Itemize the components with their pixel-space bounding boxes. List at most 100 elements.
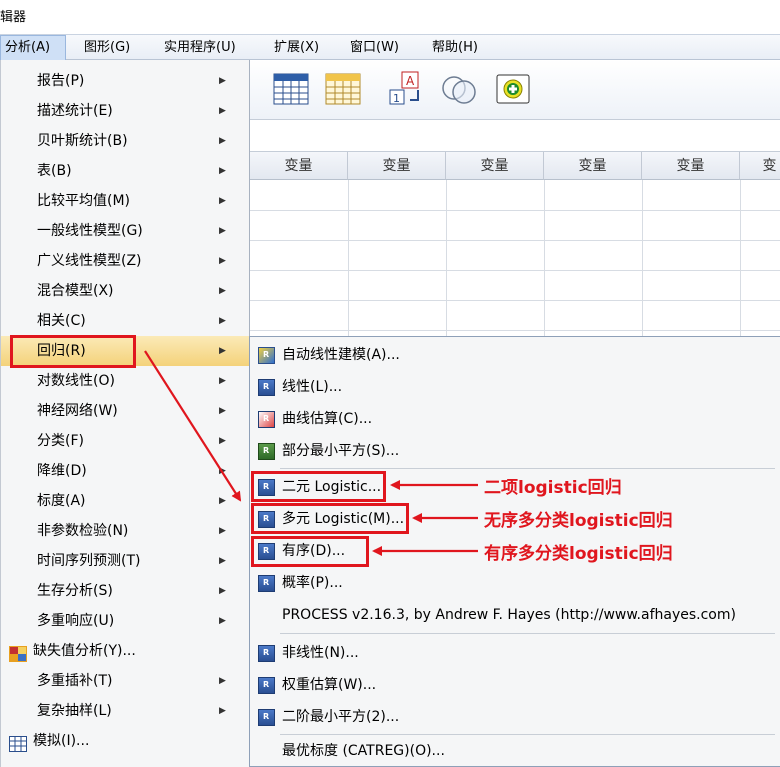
column-divider (348, 180, 349, 355)
menu-extensions[interactable]: 扩展(X) (270, 35, 323, 60)
menu-item-label: 贝叶斯统计(B) (37, 133, 128, 149)
submenu-arrow-icon: ▶ (219, 196, 226, 206)
menu-item-label: 相关(C) (37, 313, 86, 329)
submenu-arrow-icon: ▶ (219, 376, 226, 386)
menu-item-label: 混合模型(X) (37, 283, 114, 299)
linear-regression-icon (258, 371, 275, 403)
submenu-item-auto-linear-modeling[interactable]: 自动线性建模(A)... (250, 339, 780, 371)
menu-item-complex-samples[interactable]: 复杂抽样(L) ▶ (1, 696, 249, 726)
menu-item-missing-value-analysis[interactable]: 缺失值分析(Y)... (1, 636, 249, 666)
column-divider (446, 180, 447, 355)
submenu-item-partial-least-squares[interactable]: 部分最小平方(S)... (250, 435, 780, 467)
menu-item-bayesian-statistics[interactable]: 贝叶斯统计(B) ▶ (1, 126, 249, 156)
column-header[interactable]: 变量 (250, 152, 348, 180)
menu-item-label: 神经网络(W) (37, 403, 118, 419)
menu-analyze[interactable]: 分析(A) (0, 35, 66, 60)
menu-item-label: 对数线性(O) (37, 373, 115, 389)
submenu-arrow-icon: ▶ (219, 346, 226, 356)
menu-item-label: 非参数检验(N) (37, 523, 129, 539)
cell-editor-line[interactable] (250, 120, 780, 152)
submenu-arrow-icon: ▶ (219, 586, 226, 596)
menu-item-generalized-linear-models[interactable]: 广义线性模型(Z) ▶ (1, 246, 249, 276)
menu-item-reports[interactable]: 报告(P) ▶ (1, 66, 249, 96)
submenu-item-label: 自动线性建模(A)... (282, 347, 400, 363)
menu-help[interactable]: 帮助(H) (428, 35, 482, 60)
column-divider (740, 180, 741, 355)
menu-item-survival[interactable]: 生存分析(S) ▶ (1, 576, 249, 606)
menu-item-label: 一般线性模型(G) (37, 223, 143, 239)
submenu-item-label: 二元 Logistic... (282, 479, 382, 495)
menu-item-descriptive-statistics[interactable]: 描述统计(E) ▶ (1, 96, 249, 126)
submenu-arrow-icon: ▶ (219, 76, 226, 86)
data-grid: 变量 变量 变量 变量 变量 变 (250, 152, 780, 355)
menu-item-multiple-response[interactable]: 多重响应(U) ▶ (1, 606, 249, 636)
submenu-arrow-icon: ▶ (219, 226, 226, 236)
menu-item-label: 多重插补(T) (37, 673, 113, 689)
column-divider (544, 180, 545, 355)
submenu-item-label: 线性(L)... (282, 379, 343, 395)
submenu-arrow-icon: ▶ (219, 106, 226, 116)
submenu-arrow-icon: ▶ (219, 616, 226, 626)
submenu-item-label: PROCESS v2.16.3, by Andrew F. Hayes (htt… (282, 607, 736, 623)
add-extension-icon[interactable] (494, 70, 532, 108)
submenu-item-process-macro[interactable]: PROCESS v2.16.3, by Andrew F. Hayes (htt… (250, 599, 780, 631)
menu-item-label: 缺失值分析(Y)... (33, 643, 136, 659)
weight-estimation-icon (258, 669, 275, 701)
menu-utilities[interactable]: 实用程序(U) (160, 35, 240, 60)
row-divider (250, 210, 780, 211)
submenu-arrow-icon: ▶ (219, 316, 226, 326)
menu-item-label: 比较平均值(M) (37, 193, 131, 209)
variable-view-icon[interactable] (324, 70, 362, 108)
row-divider (250, 270, 780, 271)
submenu-item-optimal-scaling[interactable]: 最优标度 (CATREG)(O)... (250, 735, 780, 767)
menu-item-multiple-imputation[interactable]: 多重插补(T) ▶ (1, 666, 249, 696)
menu-item-label: 表(B) (37, 163, 72, 179)
column-header[interactable]: 变量 (642, 152, 740, 180)
window-title-bar: 辑器 (0, 0, 780, 34)
column-header[interactable]: 变量 (544, 152, 642, 180)
submenu-arrow-icon: ▶ (219, 706, 226, 716)
menu-item-neural-networks[interactable]: 神经网络(W) ▶ (1, 396, 249, 426)
menu-item-compare-means[interactable]: 比较平均值(M) ▶ (1, 186, 249, 216)
submenu-item-probit[interactable]: 概率(P)... (250, 567, 780, 599)
submenu-item-label: 多元 Logistic(M)... (282, 511, 405, 527)
svg-text:A: A (406, 74, 415, 88)
submenu-arrow-icon: ▶ (219, 526, 226, 536)
submenu-item-linear[interactable]: 线性(L)... (250, 371, 780, 403)
menu-item-general-linear-model[interactable]: 一般线性模型(G) ▶ (1, 216, 249, 246)
data-view-icon[interactable] (272, 70, 310, 108)
menu-item-tables[interactable]: 表(B) ▶ (1, 156, 249, 186)
menu-window[interactable]: 窗口(W) (346, 35, 403, 60)
submenu-item-nonlinear[interactable]: 非线性(N)... (250, 637, 780, 669)
column-header[interactable]: 变量 (348, 152, 446, 180)
column-header[interactable]: 变量 (446, 152, 544, 180)
menu-item-simulation[interactable]: 模拟(I)... (1, 726, 249, 756)
simulation-icon (9, 733, 27, 752)
nonlinear-icon (258, 637, 275, 669)
menu-item-loglinear[interactable]: 对数线性(O) ▶ (1, 366, 249, 396)
submenu-item-label: 有序(D)... (282, 543, 346, 559)
submenu-arrow-icon: ▶ (219, 676, 226, 686)
submenu-item-curve-estimation[interactable]: 曲线估算(C)... (250, 403, 780, 435)
missing-value-icon (9, 643, 27, 662)
submenu-arrow-icon: ▶ (219, 556, 226, 566)
submenu-item-weight-estimation[interactable]: 权重估算(W)... (250, 669, 780, 701)
menu-item-mixed-models[interactable]: 混合模型(X) ▶ (1, 276, 249, 306)
menu-item-regression[interactable]: 回归(R) ▶ (1, 336, 249, 366)
submenu-arrow-icon: ▶ (219, 136, 226, 146)
value-labels-icon[interactable]: A 1 (388, 70, 426, 108)
menu-item-forecasting[interactable]: 时间序列预测(T) ▶ (1, 546, 249, 576)
column-header[interactable]: 变 (740, 152, 780, 180)
analyze-dropdown-menu: 报告(P) ▶ 描述统计(E) ▶ 贝叶斯统计(B) ▶ 表(B) ▶ 比较平均值(M)… (0, 60, 250, 767)
row-divider (250, 330, 780, 331)
submenu-item-label: 部分最小平方(S)... (282, 443, 400, 459)
menu-item-dimension-reduction[interactable]: 降维(D) ▶ (1, 456, 249, 486)
menu-graphs[interactable]: 图形(G) (80, 35, 134, 60)
venn-circles-icon[interactable] (440, 70, 478, 108)
menu-item-correlate[interactable]: 相关(C) ▶ (1, 306, 249, 336)
menu-item-scale[interactable]: 标度(A) ▶ (1, 486, 249, 516)
menu-item-nonparametric-tests[interactable]: 非参数检验(N) ▶ (1, 516, 249, 546)
submenu-item-two-stage-least-squares[interactable]: 二阶最小平方(2)... (250, 701, 780, 733)
menu-item-label: 广义线性模型(Z) (37, 253, 142, 269)
menu-item-classify[interactable]: 分类(F) ▶ (1, 426, 249, 456)
